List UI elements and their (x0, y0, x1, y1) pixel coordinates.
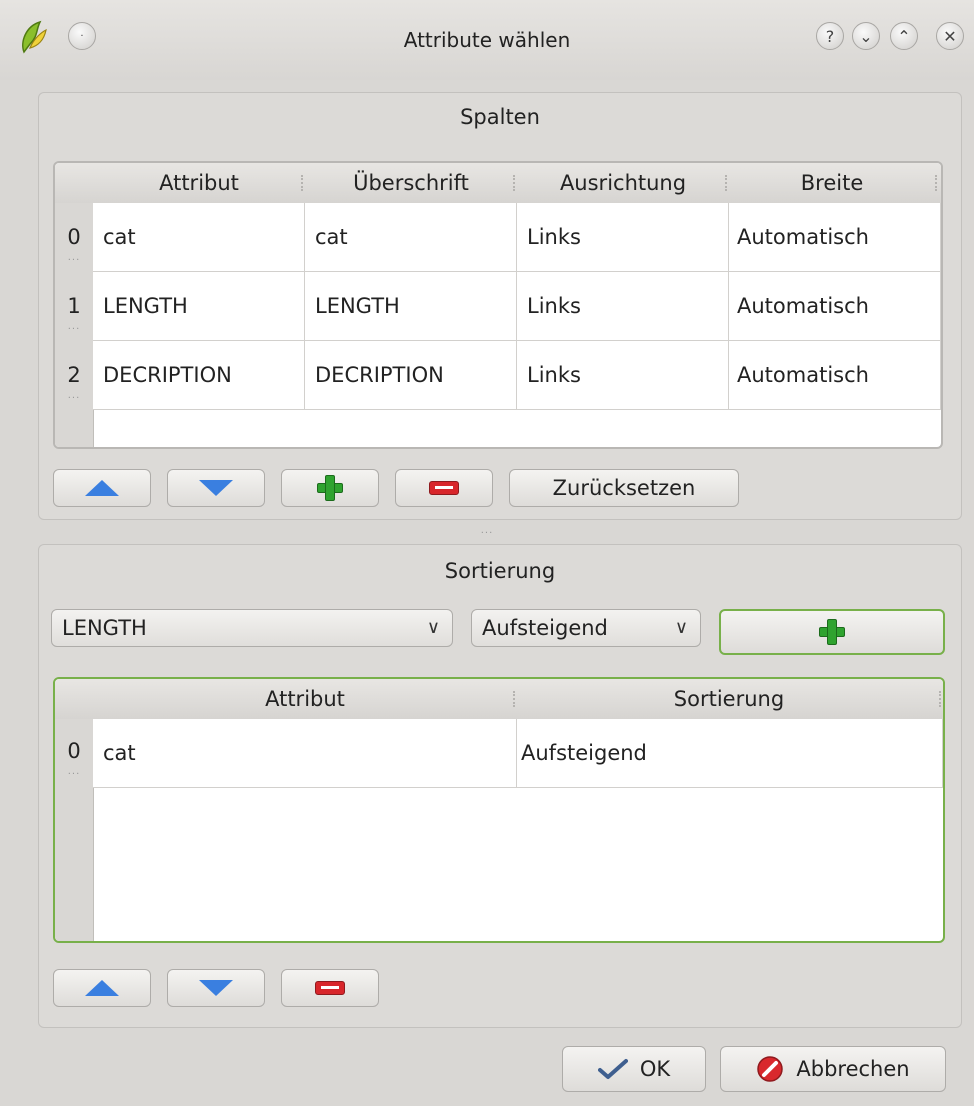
column-header-heading[interactable]: Überschrift (305, 163, 517, 203)
close-icon: ✕ (943, 26, 957, 46)
minimize-button[interactable]: ⌄ (852, 22, 880, 50)
row-index[interactable]: 1 (55, 294, 93, 318)
cancel-icon (757, 1056, 784, 1082)
remove-column-button[interactable] (395, 469, 493, 507)
close-button[interactable]: ✕ (936, 22, 964, 50)
column-header-alignment[interactable]: Ausrichtung (517, 163, 729, 203)
cell-width[interactable]: Automatisch (729, 272, 941, 341)
row-resize-handle: ··· (67, 324, 81, 335)
cancel-button[interactable]: Abbrechen (720, 1046, 946, 1092)
plus-icon (317, 475, 343, 501)
row-resize-handle: ··· (67, 393, 81, 404)
row-index[interactable]: 0 (55, 225, 93, 249)
chevron-down-icon: ∨ (674, 617, 688, 638)
cell-attribute[interactable]: DECRIPTION (93, 341, 305, 410)
cell-alignment[interactable]: Links (517, 272, 729, 341)
row-index[interactable]: 0 (55, 739, 93, 763)
plus-icon (819, 619, 845, 645)
sorting-group: Sortierung LENGTH ∨ Aufsteigend ∨ Attrib… (38, 544, 962, 1028)
help-button[interactable]: ? (816, 22, 844, 50)
cell-attribute[interactable]: LENGTH (93, 272, 305, 341)
arrow-down-icon (199, 980, 233, 996)
minus-icon (429, 481, 459, 495)
sort-move-down-button[interactable] (167, 969, 265, 1007)
cell-width[interactable]: Automatisch (729, 203, 941, 272)
cancel-label: Abbrechen (796, 1057, 910, 1081)
arrow-up-icon (85, 980, 119, 996)
sort-move-up-button[interactable] (53, 969, 151, 1007)
cell-heading[interactable]: LENGTH (305, 272, 517, 341)
header-separator (935, 175, 939, 191)
sorting-group-title: Sortierung (444, 559, 556, 583)
column-header-attribute[interactable]: Attribut (93, 679, 517, 719)
sort-order-select[interactable]: Aufsteigend ∨ (471, 609, 701, 647)
cell-attribute[interactable]: cat (93, 719, 517, 788)
header-separator (939, 691, 943, 707)
sort-order-value: Aufsteigend (482, 616, 608, 640)
help-icon: ? (825, 26, 835, 46)
row-resize-handle: ··· (67, 255, 81, 266)
column-header-sorting[interactable]: Sortierung (517, 679, 941, 719)
checkmark-icon (597, 1059, 628, 1079)
cell-heading[interactable]: DECRIPTION (305, 341, 517, 410)
cell-alignment[interactable]: Links (517, 341, 729, 410)
ok-label: OK (639, 1057, 671, 1081)
arrow-down-icon (199, 480, 233, 496)
reset-button[interactable]: Zurücksetzen (509, 469, 739, 507)
columns-table[interactable]: Attribut Überschrift Ausrichtung Breite … (53, 161, 943, 449)
cell-width[interactable]: Automatisch (729, 341, 941, 410)
cell-alignment[interactable]: Links (517, 203, 729, 272)
ok-button[interactable]: OK (562, 1046, 706, 1092)
cell-heading[interactable]: cat (305, 203, 517, 272)
move-down-button[interactable] (167, 469, 265, 507)
arrow-up-icon (85, 480, 119, 496)
splitter-handle[interactable]: ··· (0, 528, 974, 539)
table-header: Attribut Sortierung (55, 679, 943, 720)
cell-attribute[interactable]: cat (93, 203, 305, 272)
sort-table[interactable]: Attribut Sortierung 0 ··· cat Aufsteigen… (53, 677, 945, 943)
row-header-column: 0 ··· 1 ··· 2 ··· (55, 203, 94, 447)
columns-group-title: Spalten (460, 105, 540, 129)
remove-sort-button[interactable] (281, 969, 379, 1007)
columns-group: Spalten Attribut Überschrift Ausrichtung… (38, 92, 962, 520)
column-header-width[interactable]: Breite (729, 163, 935, 203)
cell-sort-order[interactable]: Aufsteigend (517, 719, 943, 788)
title-bar: · Attribute wählen ? ⌄ ⌃ ✕ (0, 0, 974, 80)
chevron-down-icon: ∨ (426, 617, 440, 638)
row-header-column: 0 ··· (55, 719, 94, 941)
minus-icon (315, 981, 345, 995)
move-up-button[interactable] (53, 469, 151, 507)
maximize-button[interactable]: ⌃ (890, 22, 918, 50)
chevron-down-icon: ⌄ (859, 26, 873, 46)
sort-attribute-value: LENGTH (62, 616, 147, 640)
add-sort-button[interactable] (719, 609, 945, 655)
chevron-up-icon: ⌃ (897, 26, 911, 46)
row-index[interactable]: 2 (55, 363, 93, 387)
table-header: Attribut Überschrift Ausrichtung Breite (55, 163, 941, 204)
add-column-button[interactable] (281, 469, 379, 507)
column-header-attribute[interactable]: Attribut (93, 163, 305, 203)
sort-attribute-select[interactable]: LENGTH ∨ (51, 609, 453, 647)
row-resize-handle: ··· (67, 769, 81, 780)
